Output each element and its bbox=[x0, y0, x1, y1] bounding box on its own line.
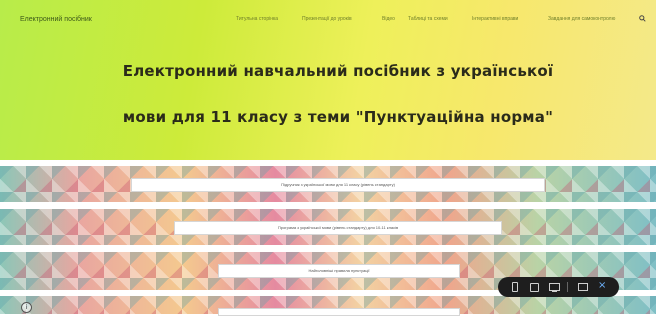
document-link-button[interactable] bbox=[218, 308, 460, 316]
textbook-link-button[interactable]: Підручник з української мови для 11 клас… bbox=[131, 178, 545, 192]
hero-banner: Електронний посібник Титульна сторінка П… bbox=[0, 0, 656, 160]
comment-icon[interactable] bbox=[578, 283, 588, 291]
punctuation-rules-link-button[interactable]: Найголовніші правила пунктуації bbox=[218, 264, 460, 278]
program-link-button[interactable]: Програма з української мови (рівень стан… bbox=[174, 221, 502, 235]
device-preview-toolbar: × bbox=[498, 277, 619, 297]
nav-item-self-control[interactable]: Завдання для самоконтролю bbox=[548, 16, 615, 22]
nav-item-title-page[interactable]: Титульна сторінка bbox=[236, 16, 278, 22]
page-title-line-1: Електронний навчальний посібник з україн… bbox=[122, 62, 554, 80]
nav-item-presentations[interactable]: Презентації до уроків bbox=[302, 16, 352, 22]
nav-item-video[interactable]: Відео bbox=[382, 16, 395, 22]
site-title[interactable]: Електронний посібник bbox=[20, 16, 92, 23]
desktop-icon[interactable] bbox=[549, 283, 560, 292]
top-navigation: Титульна сторінка Презентації до уроків … bbox=[236, 15, 656, 28]
tablet-icon[interactable] bbox=[530, 283, 539, 292]
phone-icon[interactable] bbox=[512, 282, 518, 292]
info-icon[interactable]: i bbox=[21, 302, 32, 313]
close-icon[interactable]: × bbox=[598, 280, 606, 292]
nav-item-tables[interactable]: Таблиці та схеми bbox=[408, 16, 448, 22]
toolbar-divider bbox=[567, 282, 568, 292]
nav-item-exercises[interactable]: Інтерактивні вправи bbox=[472, 16, 518, 22]
search-icon[interactable] bbox=[639, 15, 646, 24]
page-title-line-2: мови для 11 класу з теми "Пунктуаційна н… bbox=[122, 108, 554, 126]
